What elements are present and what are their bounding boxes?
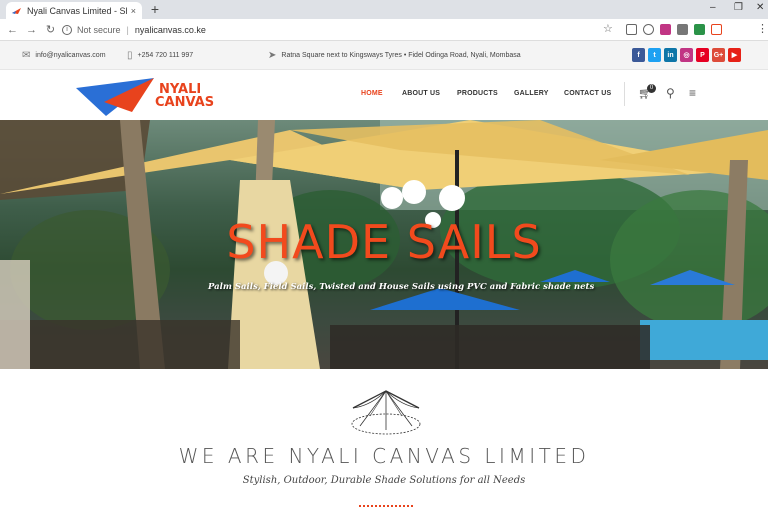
nav-gallery[interactable]: GALLERY xyxy=(514,90,549,97)
email-text: info@nyalicanvas.com xyxy=(35,52,106,59)
envelope-icon: ✉ xyxy=(22,50,31,61)
site-info-icon[interactable]: i xyxy=(62,25,72,35)
browser-tab[interactable]: Nyali Canvas Limited - Shade Sa × xyxy=(6,2,142,19)
linkedin-icon[interactable]: in xyxy=(664,48,677,62)
about-tagline: Stylish, Outdoor, Durable Shade Solution… xyxy=(242,475,526,486)
address-bar[interactable]: i Not secure | nyalicanvas.co.ke xyxy=(62,21,622,39)
twitter-icon[interactable]: t xyxy=(648,48,661,62)
location-arrow-icon: ➤ xyxy=(268,50,277,61)
browser-tab-strip: Nyali Canvas Limited - Shade Sa × + – ❐ … xyxy=(0,0,768,19)
new-tab-button[interactable]: + xyxy=(148,1,162,17)
url-text: nyalicanvas.co.ke xyxy=(134,25,206,35)
cast-extension-icon[interactable] xyxy=(626,24,637,35)
back-arrow-icon[interactable]: ← xyxy=(3,24,22,36)
tab-title: Nyali Canvas Limited - Shade Sa xyxy=(27,5,127,16)
pinterest-icon[interactable]: P xyxy=(696,48,709,62)
extensions-area xyxy=(626,24,722,35)
header-divider xyxy=(624,82,625,106)
browser-toolbar: ← → ↻ i Not secure | nyalicanvas.co.ke ☆… xyxy=(0,19,768,41)
extension-icon[interactable] xyxy=(643,24,654,35)
instagram-icon[interactable]: ◎ xyxy=(680,48,693,62)
cart-count-badge: 0 xyxy=(647,84,656,93)
nav-home[interactable]: HOME xyxy=(361,90,383,97)
social-links: f t in ◎ P G+ ▶ xyxy=(632,48,741,62)
green-extension-icon[interactable] xyxy=(694,24,705,35)
logo-line-2: CANVAS xyxy=(155,95,215,110)
security-label: Not secure xyxy=(77,25,121,35)
address-contact: ➤ Ratna Square next to Kingsways Tyres •… xyxy=(268,41,521,70)
hero-subtitle: Palm Sails, Field Sails, Twisted and Hou… xyxy=(208,282,595,292)
site-favicon-icon xyxy=(12,7,21,14)
about-heading: WE ARE NYALI CANVAS LIMITED xyxy=(178,444,590,468)
nav-contact-us[interactable]: CONTACT US xyxy=(564,90,611,97)
nav-about-us[interactable]: ABOUT US xyxy=(402,90,440,97)
window-maximize-button[interactable]: ❐ xyxy=(734,2,743,13)
dotted-divider xyxy=(359,505,413,507)
reload-icon[interactable]: ↻ xyxy=(41,23,60,36)
tab-close-button[interactable]: × xyxy=(131,6,136,16)
mobile-phone-icon: ▯ xyxy=(127,50,133,61)
facebook-icon[interactable]: f xyxy=(632,48,645,62)
camera-extension-icon[interactable] xyxy=(677,24,688,35)
contact-topbar: ✉ info@nyalicanvas.com ▯ +254 720 111 99… xyxy=(0,41,768,70)
instagram-extension-icon[interactable] xyxy=(660,24,671,35)
window-minimize-button[interactable]: – xyxy=(710,2,716,13)
window-close-button[interactable]: ✕ xyxy=(756,2,764,13)
hero-title: SHADE SAILS xyxy=(226,215,542,269)
email-contact[interactable]: ✉ info@nyalicanvas.com xyxy=(22,41,106,70)
hamburger-menu-icon[interactable]: ≡ xyxy=(689,86,696,100)
hero-banner: SHADE SAILS Palm Sails, Field Sails, Twi… xyxy=(0,120,768,369)
address-text: Ratna Square next to Kingsways Tyres • F… xyxy=(281,52,521,59)
address-separator: | xyxy=(126,25,129,35)
browser-menu-icon[interactable]: ⋮ xyxy=(757,22,768,35)
youtube-icon[interactable]: ▶ xyxy=(728,48,741,62)
red-extension-icon[interactable] xyxy=(711,24,722,35)
shade-sail-tent-icon xyxy=(351,390,421,435)
phone-text: +254 720 111 997 xyxy=(137,52,194,59)
phone-contact[interactable]: ▯ +254 720 111 997 xyxy=(127,41,193,70)
logo-wordmark[interactable]: NYALI CANVAS xyxy=(155,83,214,109)
bookmark-star-icon[interactable]: ☆ xyxy=(603,22,613,35)
site-header: NYALI CANVAS HOME ABOUT US PRODUCTS GALL… xyxy=(0,70,768,120)
forward-arrow-icon[interactable]: → xyxy=(22,24,41,36)
googleplus-icon[interactable]: G+ xyxy=(712,48,725,62)
nav-products[interactable]: PRODUCTS xyxy=(457,90,498,97)
search-icon[interactable]: ⚲ xyxy=(666,86,675,100)
